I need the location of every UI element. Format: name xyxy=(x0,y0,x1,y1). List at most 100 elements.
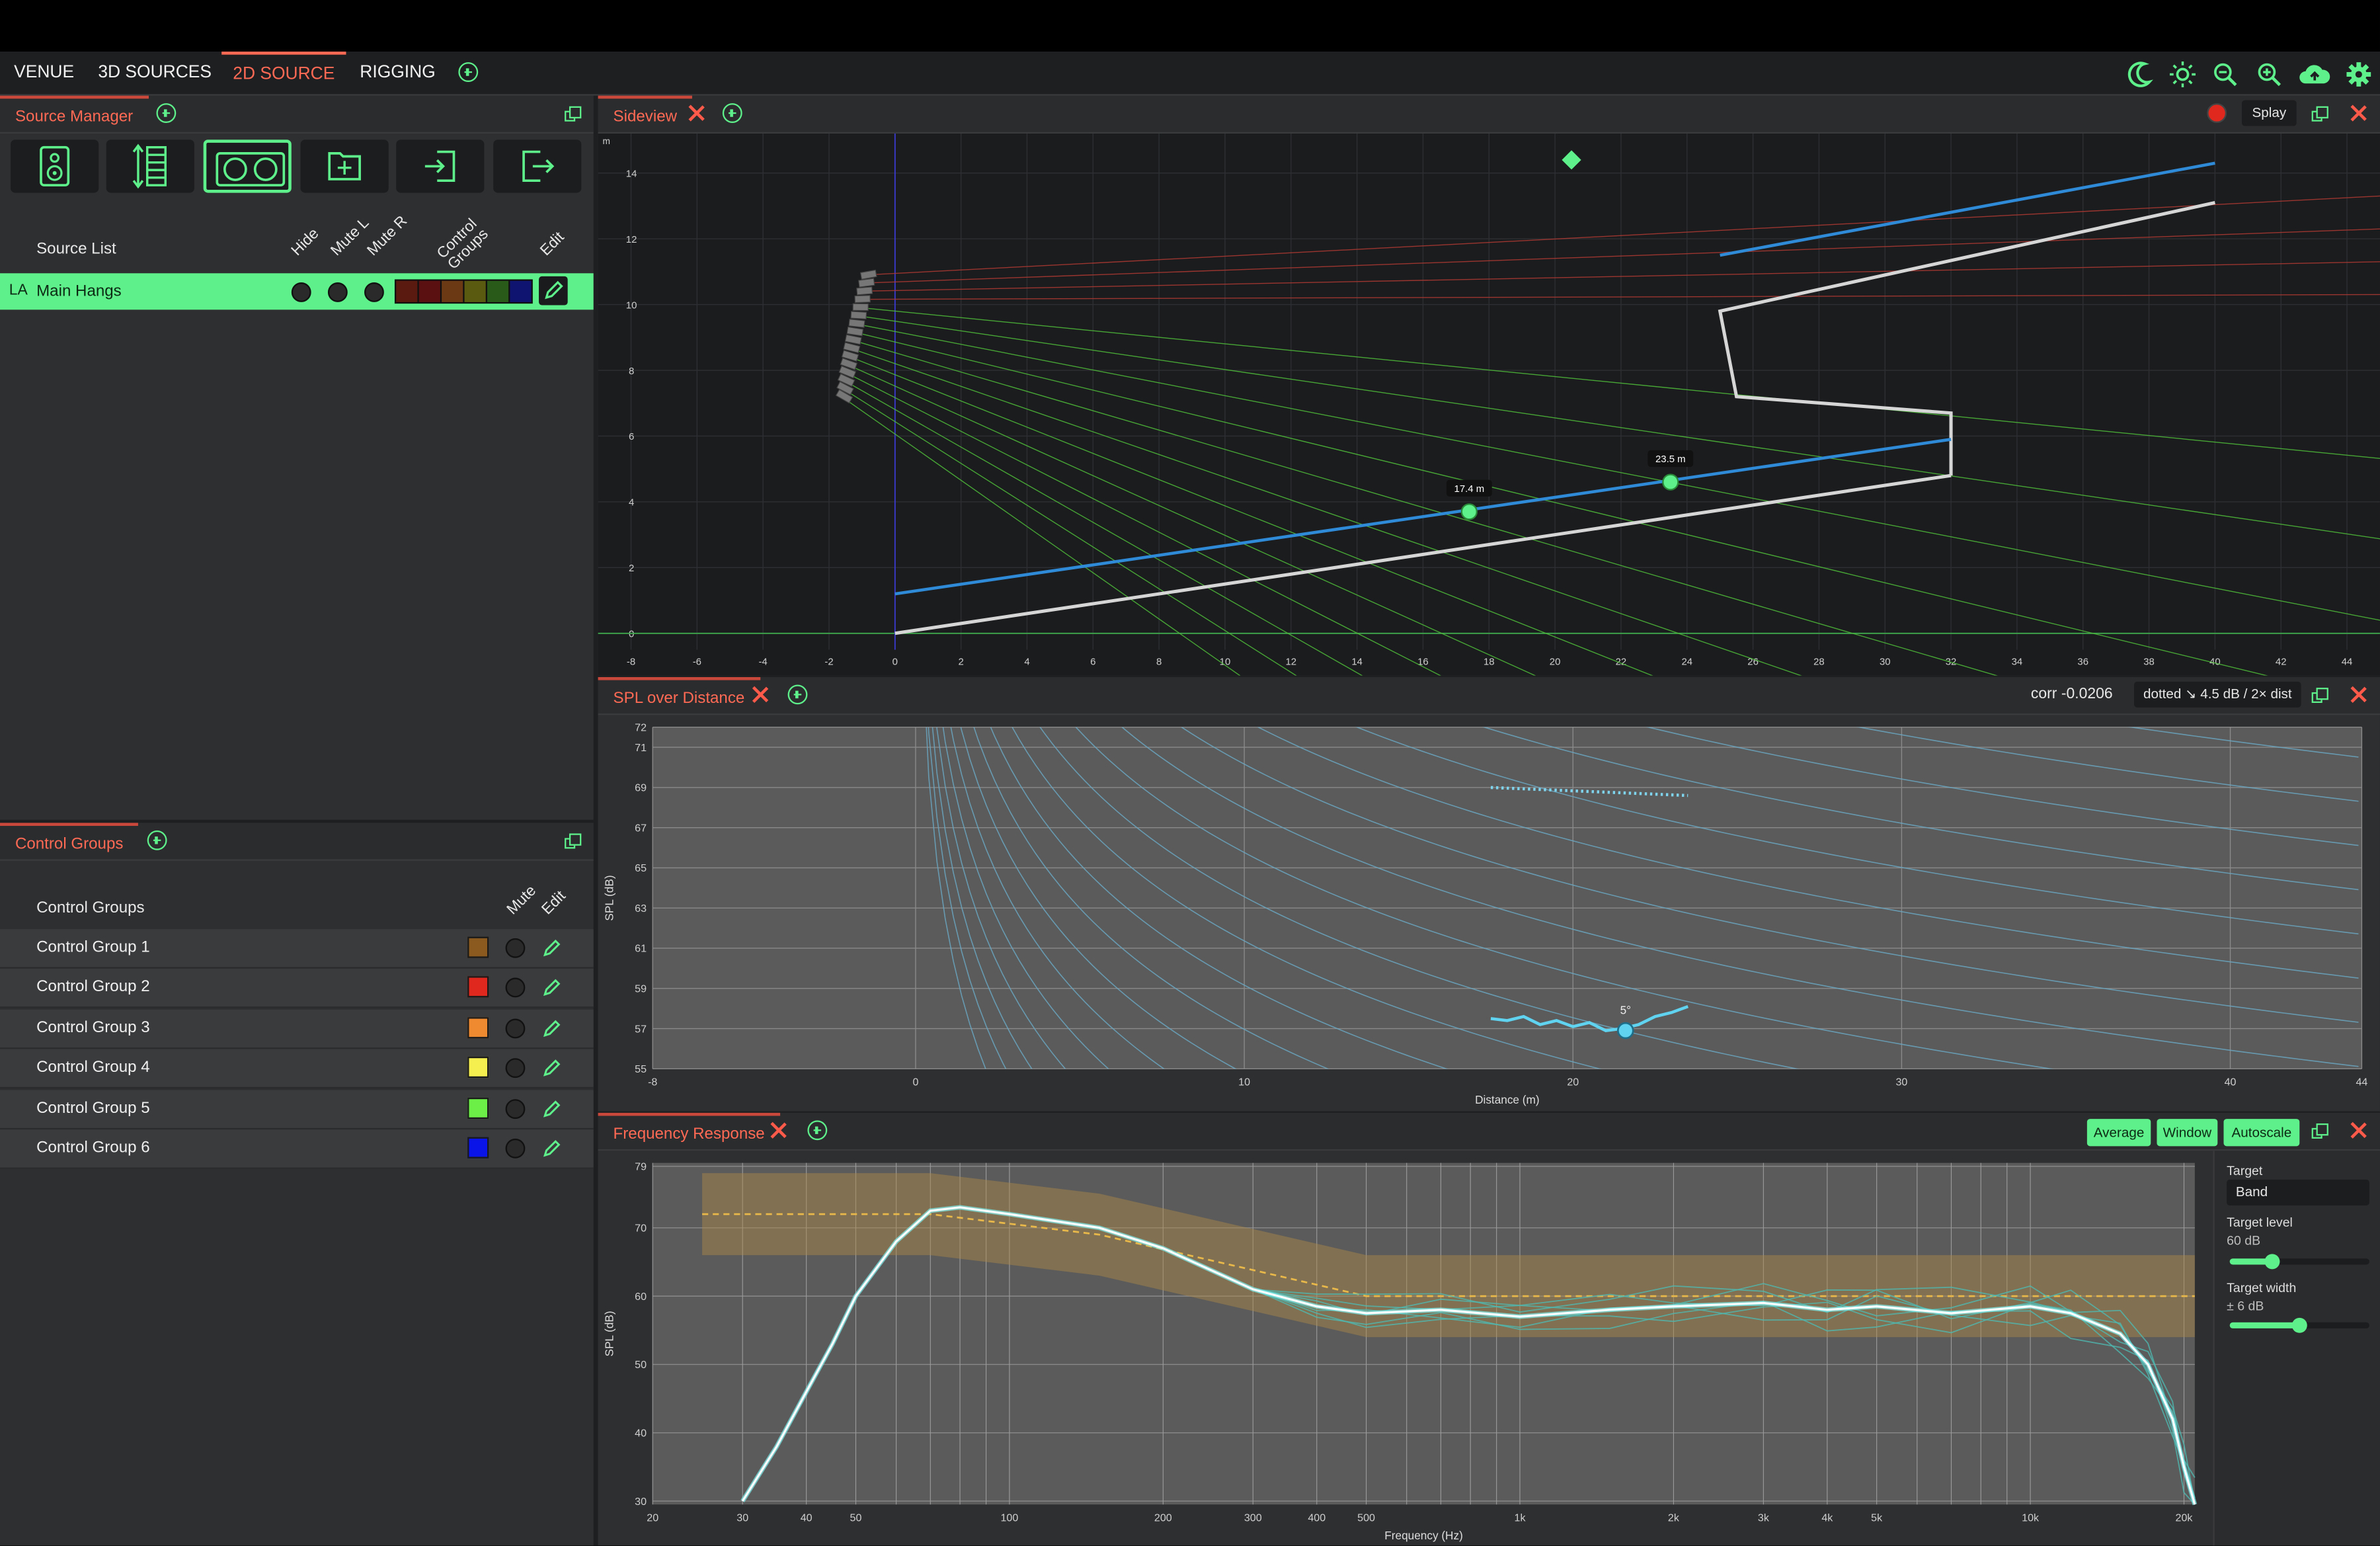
axis-unit-label: m xyxy=(602,136,610,146)
speaker-tool-button[interactable] xyxy=(11,140,99,193)
average-button[interactable]: Average xyxy=(2086,1119,2151,1147)
control-group-color-swatch[interactable] xyxy=(467,1097,489,1119)
tick-label: 38 xyxy=(2143,657,2155,668)
line-array-tool-button[interactable] xyxy=(106,140,194,193)
frequency-response-title[interactable]: Frequency Response xyxy=(598,1112,780,1149)
mute-r-toggle[interactable] xyxy=(364,281,384,302)
edit-control-group-button[interactable] xyxy=(542,978,562,998)
add-tab-button[interactable] xyxy=(458,62,479,82)
mute-toggle[interactable] xyxy=(505,1018,526,1038)
sideview-title[interactable]: Sideview xyxy=(598,95,693,132)
angle-marker[interactable] xyxy=(1616,1022,1634,1039)
record-indicator[interactable] xyxy=(2207,103,2227,123)
column-divider[interactable] xyxy=(593,95,598,1546)
target-level-slider[interactable] xyxy=(2229,1254,2369,1270)
tab-venue[interactable]: VENUE xyxy=(9,52,79,93)
target-mode-select[interactable]: Band xyxy=(2227,1179,2369,1205)
source-manager-title[interactable]: Source Manager xyxy=(0,95,149,132)
pencil-icon xyxy=(543,1059,561,1077)
popout-icon[interactable] xyxy=(565,106,582,123)
measurement-marker[interactable] xyxy=(1460,503,1478,520)
control-group-row[interactable]: Control Group 3 xyxy=(0,1009,594,1049)
source-control-group-swatches[interactable] xyxy=(394,279,533,304)
gear-icon[interactable] xyxy=(2345,61,2372,88)
close-icon[interactable] xyxy=(688,104,704,121)
slider-knob[interactable] xyxy=(2264,1254,2280,1270)
trend-line-selector[interactable]: dotted ↘ 4.5 dB / 2× dist xyxy=(2134,681,2301,708)
control-group-color-swatch[interactable] xyxy=(467,1137,489,1159)
mute-toggle[interactable] xyxy=(505,1058,526,1078)
window-top-strip xyxy=(0,0,2380,52)
close-icon[interactable] xyxy=(751,686,768,703)
tick-label: 14 xyxy=(1351,657,1363,668)
tick-label: 59 xyxy=(635,983,647,995)
import-tool-button[interactable] xyxy=(396,140,485,193)
new-folder-tool-button[interactable] xyxy=(300,140,389,193)
tick-label: -2 xyxy=(824,657,833,668)
close-icon[interactable] xyxy=(2350,104,2366,121)
control-group-name: Control Group 4 xyxy=(36,1058,150,1077)
cloud-upload-icon[interactable] xyxy=(2298,61,2332,88)
measurement-marker[interactable] xyxy=(1662,473,1679,491)
tick-label: 0 xyxy=(892,657,898,668)
control-group-row[interactable]: Control Group 6 xyxy=(0,1129,594,1169)
mute-l-toggle[interactable] xyxy=(327,281,348,302)
control-group-row[interactable]: Control Group 4 xyxy=(0,1049,594,1089)
zoom-in-icon[interactable] xyxy=(2256,61,2283,88)
x-axis-label: Distance (m) xyxy=(1475,1093,1539,1106)
mute-toggle[interactable] xyxy=(505,1138,526,1159)
close-icon[interactable] xyxy=(770,1122,786,1139)
control-group-color-swatch[interactable] xyxy=(467,1057,489,1078)
control-group-row[interactable]: Control Group 1 xyxy=(0,929,594,969)
sideview-chart[interactable]: -8-6-4-202468101214161820222426283032343… xyxy=(598,134,2380,676)
control-group-color-swatch[interactable] xyxy=(467,936,489,958)
sun-icon[interactable] xyxy=(2169,61,2196,88)
add-panel-button[interactable] xyxy=(787,684,808,705)
edit-control-group-button[interactable] xyxy=(542,1098,562,1118)
add-panel-button[interactable] xyxy=(722,103,742,123)
autoscale-button[interactable]: Autoscale xyxy=(2223,1119,2300,1147)
source-row-main-hangs[interactable]: LA Main Hangs xyxy=(0,273,594,310)
edit-control-group-button[interactable] xyxy=(542,938,562,958)
spl-title[interactable]: SPL over Distance xyxy=(598,676,760,713)
mute-toggle[interactable] xyxy=(505,938,526,958)
edit-control-group-button[interactable] xyxy=(542,1139,562,1159)
splay-button[interactable]: Splay xyxy=(2242,100,2297,126)
zoom-out-icon[interactable] xyxy=(2211,61,2239,88)
tick-label: 2k xyxy=(1668,1512,1680,1524)
close-icon[interactable] xyxy=(2350,1122,2366,1139)
window-button[interactable]: Window xyxy=(2157,1119,2218,1147)
mute-toggle[interactable] xyxy=(505,978,526,998)
popout-icon[interactable] xyxy=(2311,688,2328,704)
control-group-color-swatch[interactable] xyxy=(467,977,489,998)
edit-source-button[interactable] xyxy=(539,276,568,305)
add-control-group-button[interactable] xyxy=(147,830,167,850)
add-source-manager-button[interactable] xyxy=(156,103,177,123)
frequency-response-chart[interactable]: 30405060707920 30 40 50 100 200 300 400 500 1k 2k 3… xyxy=(598,1151,2213,1546)
tab-rigging[interactable]: RIGGING xyxy=(358,52,437,93)
tab-3d-sources[interactable]: 3D SOURCES xyxy=(97,52,212,93)
subwoofer-tool-button[interactable] xyxy=(203,140,292,193)
export-tool-button[interactable] xyxy=(493,140,582,193)
mute-toggle[interactable] xyxy=(505,1098,526,1119)
popout-icon[interactable] xyxy=(2311,106,2328,123)
control-group-row[interactable]: Control Group 2 xyxy=(0,969,594,1009)
control-group-row[interactable]: Control Group 5 xyxy=(0,1089,594,1129)
popout-icon[interactable] xyxy=(2311,1123,2328,1140)
popout-icon[interactable] xyxy=(565,833,582,850)
tick-label: 4 xyxy=(629,497,634,509)
add-panel-button[interactable] xyxy=(807,1120,828,1141)
control-groups-title[interactable]: Control Groups xyxy=(0,823,139,859)
moon-icon[interactable] xyxy=(2127,61,2154,88)
spl-chart[interactable]: 55 57 59 61 63 65 67 69 71 72 -8 0 10 20 30 40 44 5° Dista… xyxy=(598,715,2380,1112)
tick-label: 30 xyxy=(1895,1077,1907,1088)
control-group-swatch xyxy=(487,280,509,302)
edit-control-group-button[interactable] xyxy=(542,1059,562,1078)
slider-knob[interactable] xyxy=(2291,1317,2307,1333)
close-icon[interactable] xyxy=(2350,686,2366,703)
tab-2d-source[interactable]: 2D SOURCE xyxy=(221,52,346,93)
control-group-color-swatch[interactable] xyxy=(467,1016,489,1038)
hide-toggle[interactable] xyxy=(291,281,311,302)
edit-control-group-button[interactable] xyxy=(542,1018,562,1038)
target-width-slider[interactable] xyxy=(2229,1317,2369,1333)
